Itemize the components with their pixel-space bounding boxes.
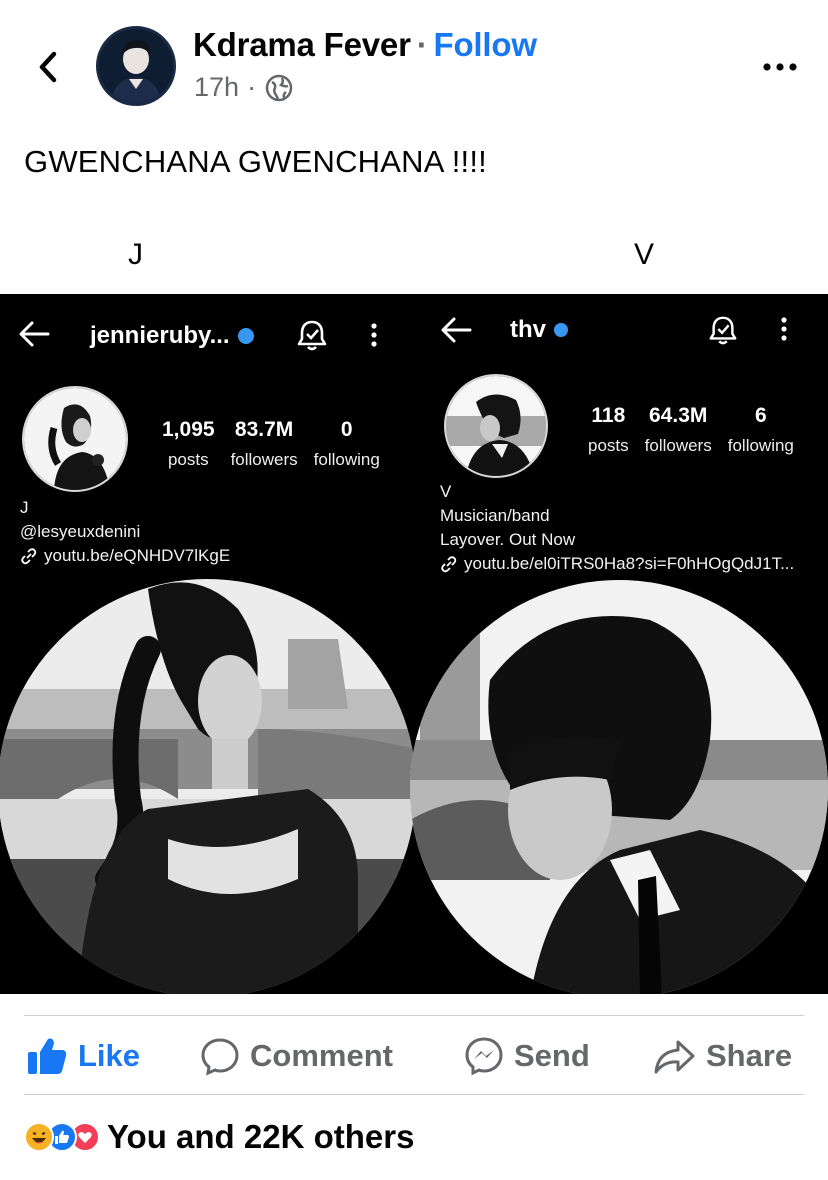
bio-line: @lesyeuxdenini [20, 522, 141, 541]
post-image[interactable]: jennieruby... 1,095 posts 83.7M followers … [0, 294, 828, 994]
stat-posts: 1,095 posts [162, 418, 215, 469]
meta-separator: · [247, 72, 257, 102]
verified-badge-icon [237, 328, 254, 344]
post-text: GWENCHANA GWENCHANA !!!! [24, 144, 487, 179]
post-actions-bar: Like Comment Send Share [0, 1028, 828, 1084]
right-username-row: thv [510, 316, 568, 344]
author-avatar[interactable] [96, 26, 176, 106]
kebab-menu-icon [371, 323, 377, 347]
follow-button[interactable]: Follow [434, 26, 537, 63]
comment-button[interactable]: Comment [200, 1028, 393, 1084]
left-username: jennieruby... [90, 322, 230, 349]
left-profile-screenshot: jennieruby... 1,095 posts 83.7M followers … [0, 294, 416, 994]
bell-icon [297, 320, 327, 351]
share-arrow-icon [654, 1040, 695, 1074]
bio-link: youtu.be/eQNHDV7lKgE [20, 544, 230, 568]
back-arrow-icon [441, 317, 472, 343]
reaction-icons [24, 1122, 100, 1152]
bell-icon [709, 316, 737, 345]
globe-icon [265, 74, 293, 101]
send-button[interactable]: Send [464, 1028, 590, 1084]
bio-name: V [440, 482, 452, 501]
verified-badge-icon [554, 323, 568, 337]
right-profile-screenshot: thv 118 posts 64.3M followers 6 following V [410, 294, 828, 994]
left-profile-picture [22, 386, 128, 492]
left-profile-stats: 1,095 posts 83.7M followers 0 following [162, 418, 380, 470]
link-icon [21, 548, 37, 565]
kebab-menu-icon [781, 317, 787, 341]
stat-followers: 64.3M followers [644, 404, 712, 455]
right-profile-stats: 118 posts 64.3M followers 6 following [588, 404, 794, 456]
post-label-right: V [634, 238, 655, 271]
bio-link: youtu.be/el0iTRS0Ha8?si=F0hHOgQdJ1T... [440, 552, 794, 576]
divider [24, 1094, 804, 1095]
stat-followers: 83.7M followers [230, 418, 298, 469]
separator-dot: · [416, 26, 428, 63]
more-options-button[interactable] [760, 52, 800, 82]
left-username-row: jennieruby... [90, 322, 254, 350]
like-button[interactable]: Like [26, 1028, 140, 1084]
post-time[interactable]: 17h [194, 72, 239, 103]
comment-bubble-icon [201, 1038, 239, 1076]
divider [24, 1015, 804, 1016]
post-meta: 17h · [194, 72, 294, 103]
bio-line: Layover. Out Now [440, 530, 576, 549]
post-header: Kdrama Fever · Follow 17h · [0, 0, 828, 120]
stat-posts: 118 posts [588, 404, 629, 455]
post-label-left: J [128, 238, 143, 271]
author-name-row: Kdrama Fever · Follow [193, 26, 537, 64]
bio-category: Musician/band [440, 506, 550, 525]
stat-following: 6 following [727, 404, 794, 455]
share-button[interactable]: Share [652, 1028, 792, 1084]
chevron-left-icon [39, 51, 57, 83]
left-profile-bio: J @lesyeuxdenini youtu.be/eQNHDV7lKgE [20, 496, 230, 568]
bio-name: J [20, 498, 29, 517]
right-username: thv [510, 316, 546, 343]
back-button[interactable] [28, 44, 68, 90]
messenger-icon [465, 1037, 503, 1076]
link-icon [441, 556, 457, 573]
stat-following: 0 following [313, 418, 380, 469]
thumbs-up-icon [28, 1038, 67, 1074]
right-profile-picture [444, 374, 548, 478]
right-profile-bio: V Musician/band Layover. Out Now youtu.b… [440, 480, 794, 576]
back-arrow-icon [19, 321, 50, 347]
more-dots-icon [763, 63, 797, 71]
left-large-photo [0, 579, 416, 994]
right-large-photo [410, 580, 828, 994]
reactions-summary[interactable]: You and 22K others [24, 1118, 414, 1156]
haha-icon [24, 1122, 54, 1152]
author-name[interactable]: Kdrama Fever [193, 26, 411, 63]
reactions-text[interactable]: You and 22K others [107, 1118, 414, 1156]
left-profile-topbar: jennieruby... [0, 316, 414, 356]
right-profile-topbar: thv [414, 316, 828, 356]
